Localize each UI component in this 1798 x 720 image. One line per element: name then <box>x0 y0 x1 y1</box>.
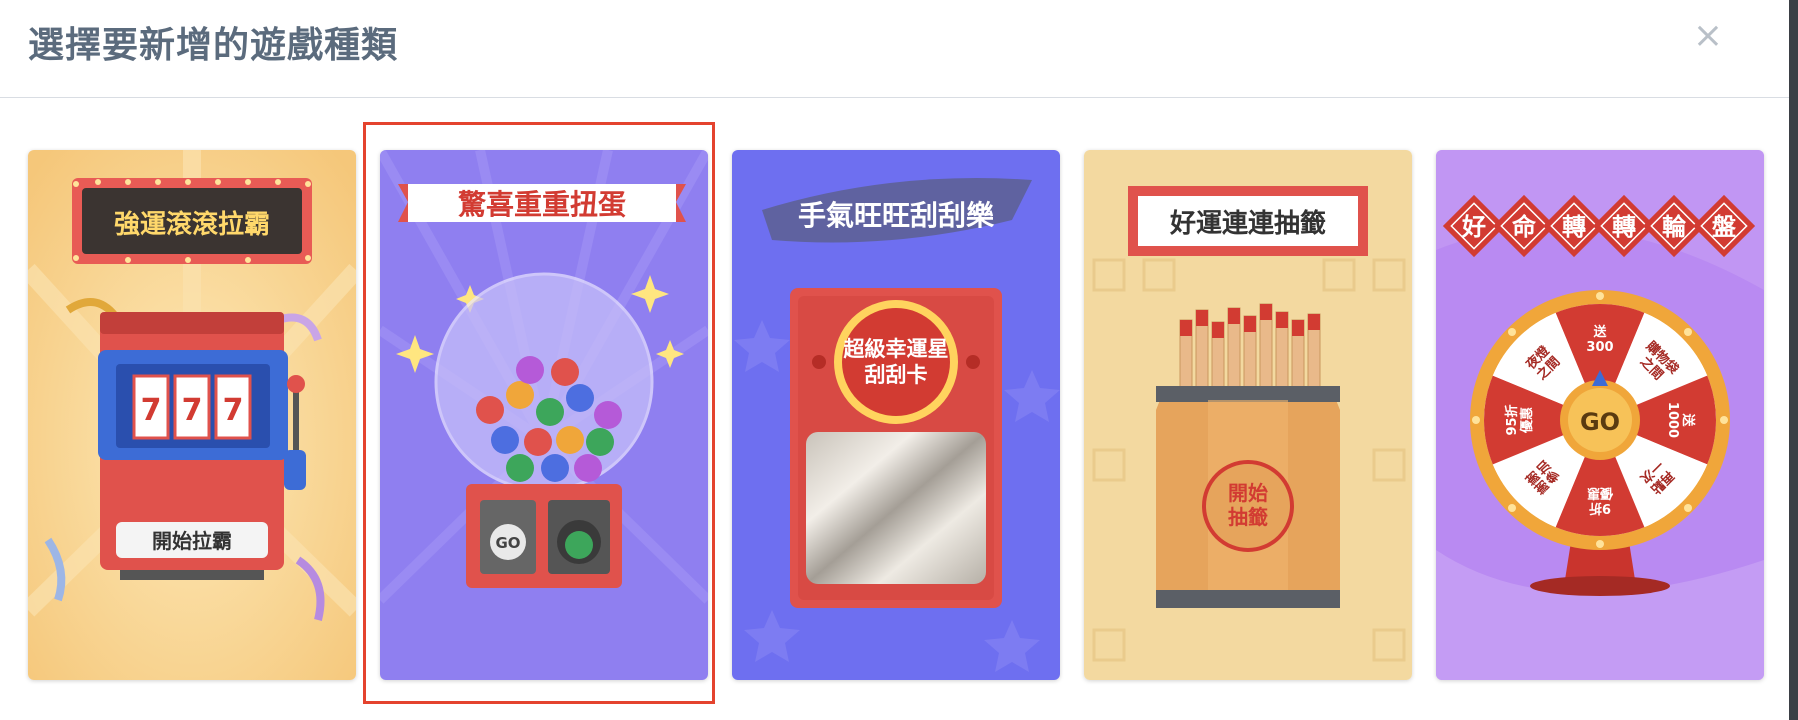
reel-2: 7 <box>182 393 203 428</box>
game-card-slot-machine[interactable]: 強運滾滾拉霸 7 7 7 開始拉霸 <box>28 150 356 680</box>
wheel-title-char-6: 盤 <box>1712 213 1737 241</box>
game-card-lots[interactable]: 好運連連抽籤 開始 抽籤 <box>1084 150 1412 680</box>
scratch-title: 手氣旺旺刮刮樂 <box>798 199 995 232</box>
scratch-badge-line2: 刮刮卡 <box>865 363 928 387</box>
reel-1: 7 <box>141 393 162 428</box>
wheel-segment-label: 9折優惠 <box>1587 485 1614 516</box>
wheel-title-char-1: 好 <box>1461 213 1486 241</box>
scratch-badge-line1: 超級幸運星 <box>844 337 949 361</box>
game-card-scratch[interactable]: 手氣旺旺刮刮樂 超級幸運星 刮刮卡 <box>732 150 1060 680</box>
slot-machine-illustration: 強運滾滾拉霸 7 7 7 開始拉霸 <box>28 150 356 680</box>
game-card-gacha[interactable]: 驚喜重重扭蛋 GO <box>380 150 708 680</box>
wheel-title-char-3: 轉 <box>1562 213 1586 241</box>
dialog-header: 選擇要新增的遊戲種類 × <box>0 0 1798 98</box>
scratch-illustration: 手氣旺旺刮刮樂 超級幸運星 刮刮卡 <box>732 150 1060 680</box>
dialog-title: 選擇要新增的遊戲種類 <box>28 25 399 66</box>
lots-action-line1: 開始 <box>1228 481 1268 505</box>
lots-action-line2: 抽籤 <box>1228 505 1268 529</box>
reel-3: 7 <box>223 393 244 428</box>
wheel-go-label: GO <box>1580 408 1620 436</box>
wheel-title-char-5: 輪 <box>1662 213 1687 241</box>
lots-title: 好運連連抽籤 <box>1169 208 1326 239</box>
wheel-illustration: 好 命 轉 轉 輪 盤 送 300 購物袋之間送1000再點一次9折優惠謝謝參加95… <box>1436 150 1764 680</box>
game-card-wheel[interactable]: 好 命 轉 轉 輪 盤 送 300 購物袋之間 送1000 再點一次 9折優惠 謝謝參加 95… <box>1436 150 1764 680</box>
gacha-go-label: GO <box>495 534 520 552</box>
slot-title: 強運滾滾拉霸 <box>114 209 270 240</box>
wheel-title-char-2: 命 <box>1512 213 1537 241</box>
scratch-area <box>806 432 986 584</box>
slot-action-label: 開始拉霸 <box>152 529 232 553</box>
window-edge <box>1789 0 1798 720</box>
lots-illustration: 好運連連抽籤 開始 抽籤 <box>1084 150 1412 680</box>
gacha-title: 驚喜重重扭蛋 <box>458 188 626 221</box>
wheel-segment-label: 95折優惠 <box>1504 404 1535 435</box>
wheel-title-char-4: 轉 <box>1612 213 1636 241</box>
close-icon[interactable]: × <box>1690 18 1726 54</box>
gacha-illustration: 驚喜重重扭蛋 GO <box>380 150 708 680</box>
